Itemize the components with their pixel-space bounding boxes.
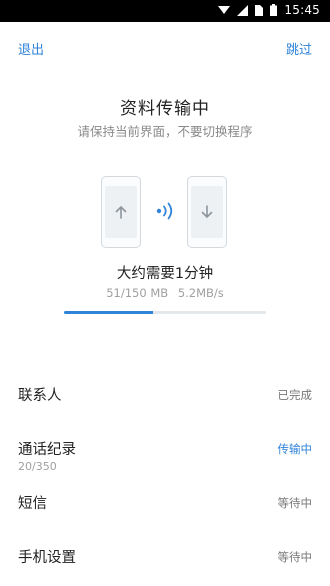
item-status: 等待中: [277, 550, 313, 564]
list-item[interactable]: 短信 等待中: [0, 478, 330, 532]
item-name: 联系人: [18, 388, 62, 404]
exit-button[interactable]: 退出: [18, 39, 44, 58]
item-name: 通话纪录: [18, 442, 76, 458]
transfer-stats: 51/150 MB 5.2MB/s: [0, 286, 330, 300]
transfer-item-list: 联系人 已完成 通话纪录 20/350 传输中 短信 等待中 手机设置 等待中: [0, 370, 330, 586]
page-title: 资料传输中: [120, 99, 210, 119]
signal-icon: [237, 4, 249, 16]
sim-icon: [255, 4, 264, 16]
signal-waves-icon: [156, 202, 173, 220]
item-name: 短信: [18, 496, 47, 512]
target-phone-illustration: [187, 176, 227, 248]
arrow-up-icon: [115, 206, 127, 219]
arrow-down-icon: [201, 205, 213, 218]
skip-button[interactable]: 跳过: [286, 39, 312, 58]
eta-text: 大约需要1分钟: [116, 266, 214, 282]
battery-icon: [270, 4, 278, 16]
item-status: 等待中: [277, 496, 313, 510]
wifi-icon: [218, 6, 231, 14]
item-detail: 20/350: [18, 460, 57, 473]
page-subtitle: 请保持当前界面，不要切换程序: [77, 124, 253, 139]
list-item[interactable]: 通话纪录 20/350 传输中: [0, 424, 330, 478]
source-phone-illustration: [101, 176, 141, 248]
status-bar: 15:45: [0, 0, 330, 22]
item-status: 已完成: [277, 388, 313, 402]
transfer-speed: 5.2MB/s: [177, 286, 224, 300]
status-time: 15:45: [284, 3, 320, 17]
item-name: 手机设置: [18, 550, 76, 566]
item-status: 传输中: [277, 442, 313, 456]
list-item[interactable]: 手机设置 等待中: [0, 532, 330, 586]
list-item[interactable]: 联系人 已完成: [0, 370, 330, 424]
transfer-progress-bar: [64, 311, 266, 314]
progress-fill: [64, 311, 153, 314]
transfer-size: 51/150 MB: [106, 286, 169, 300]
